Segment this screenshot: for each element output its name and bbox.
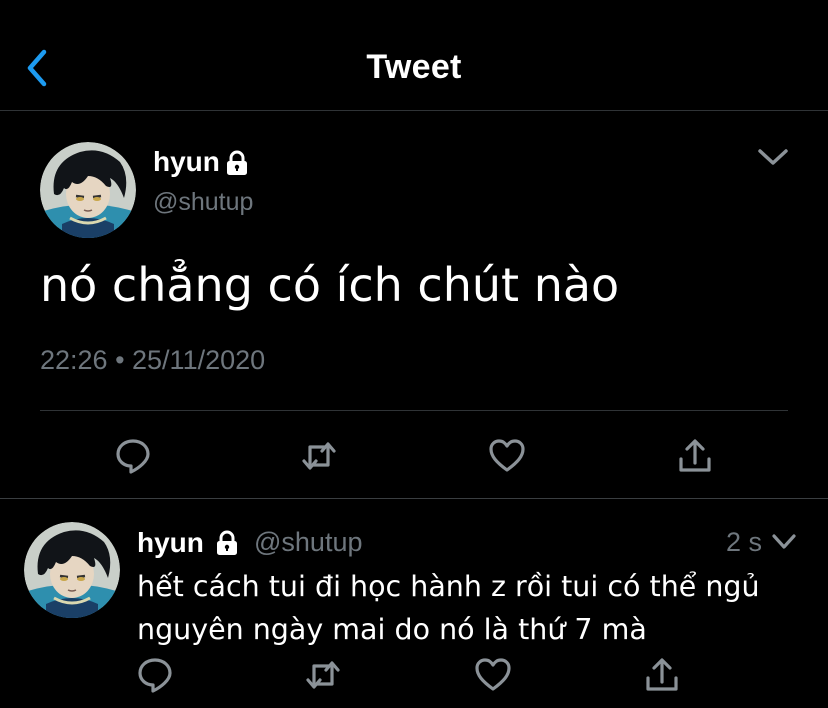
lock-icon: [224, 150, 250, 176]
tweet-text: hết cách tui đi học hành z rồi tui có th…: [137, 570, 760, 646]
share-icon[interactable]: [643, 656, 681, 694]
tweet-timestamp[interactable]: 22:26 • 25/11/2020: [40, 345, 265, 376]
tweet-age: 2 s: [726, 527, 763, 557]
like-icon[interactable]: [474, 656, 512, 694]
user-handle[interactable]: @shutup: [153, 188, 253, 217]
page-title: Tweet: [366, 48, 462, 86]
retweet-icon[interactable]: [304, 656, 342, 694]
avatar[interactable]: [24, 522, 120, 618]
user-handle[interactable]: @shutup: [254, 527, 362, 558]
chevron-down-icon[interactable]: [757, 146, 789, 168]
lock-icon: [214, 530, 240, 556]
chevron-down-icon[interactable]: [771, 532, 797, 552]
display-name[interactable]: hyun: [153, 146, 220, 178]
divider: [0, 498, 828, 499]
reply-icon[interactable]: [136, 656, 174, 694]
retweet-icon[interactable]: [300, 437, 338, 475]
top-bar: Tweet: [0, 0, 828, 111]
tweet-text: nó chẳng có ích chút nào: [40, 258, 620, 312]
share-icon[interactable]: [676, 437, 714, 475]
divider: [40, 410, 788, 411]
display-name[interactable]: hyun: [137, 527, 204, 559]
reply-icon[interactable]: [114, 437, 152, 475]
avatar[interactable]: [40, 142, 136, 238]
like-icon[interactable]: [488, 437, 526, 475]
